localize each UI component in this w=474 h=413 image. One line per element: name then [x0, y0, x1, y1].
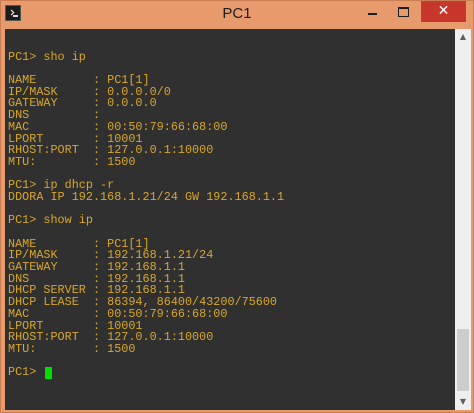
scrollbar-thumb[interactable] — [457, 329, 469, 391]
text-cursor — [45, 367, 53, 380]
minimize-button[interactable] — [357, 1, 387, 22]
vertical-scrollbar[interactable]: ▲ ▼ — [455, 29, 471, 410]
close-button[interactable]: ✕ — [421, 1, 466, 22]
scroll-up-arrow-icon[interactable]: ▲ — [455, 29, 471, 45]
terminal-output[interactable]: PC1> sho ip NAME : PC1[1] IP/MASK : 0.0.0.… — [5, 29, 455, 410]
terminal-line: PC1> show ip — [8, 213, 93, 228]
maximize-icon — [397, 6, 409, 17]
scroll-down-arrow-icon[interactable]: ▼ — [455, 394, 471, 410]
close-icon: ✕ — [437, 3, 450, 19]
terminal-line: PC1> — [8, 367, 284, 380]
minimize-icon — [367, 12, 377, 15]
terminal-line: MTU: : 1500 — [8, 154, 136, 169]
terminal-line: DDORA IP 192.168.1.21/24 GW 192.168.1.1 — [8, 189, 285, 204]
title-bar[interactable]: PC1 ✕ — [1, 1, 473, 29]
maximize-button[interactable] — [388, 1, 418, 22]
terminal-line: PC1> sho ip — [8, 49, 86, 64]
console-window: PC1 ✕ PC1> sho ip NAME : PC1[1] IP/MASK : … — [0, 0, 474, 413]
terminal-text: PC1> sho ip NAME : PC1[1] IP/MASK : 0.0.0.… — [8, 40, 285, 380]
terminal-line: MTU: : 1500 — [8, 341, 136, 356]
